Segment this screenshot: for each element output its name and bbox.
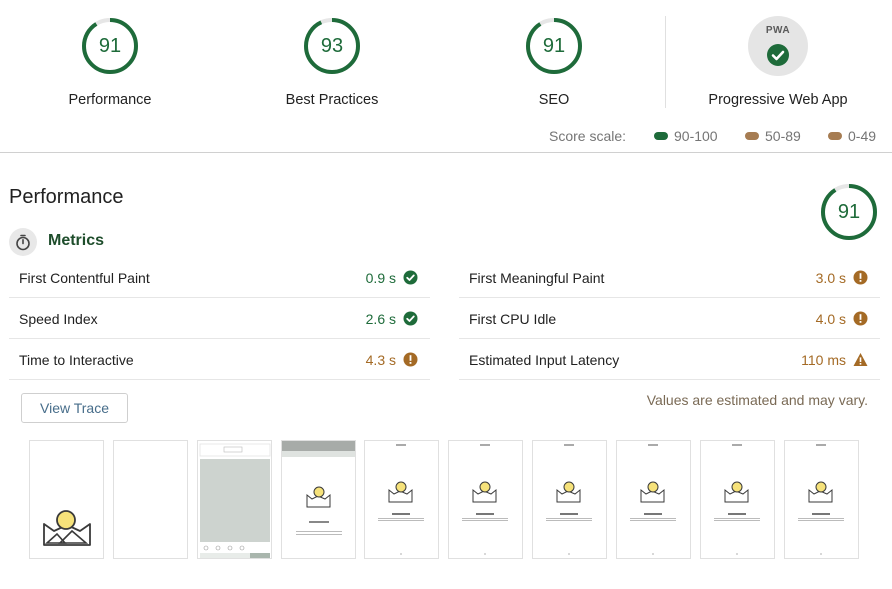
performance-score-gauge: 91	[819, 182, 879, 242]
metric-name: First CPU Idle	[469, 311, 557, 327]
info-circle-icon	[853, 311, 868, 326]
check-circle-icon	[403, 311, 418, 326]
app-preview	[630, 444, 676, 555]
filmstrip-frame	[29, 440, 104, 559]
metric-speed-index: Speed Index 2.6 s	[9, 298, 430, 339]
filmstrip-frame	[448, 440, 523, 559]
gauge-label: Best Practices	[285, 92, 379, 108]
metric-name: Time to Interactive	[19, 352, 134, 368]
check-icon	[767, 44, 789, 66]
metric-first-cpu-idle: First CPU Idle 4.0 s	[459, 298, 880, 339]
filmstrip-frame	[364, 440, 439, 559]
stopwatch-icon	[9, 228, 37, 256]
pwa-badge: PWA	[748, 16, 808, 76]
metric-time-to-interactive: Time to Interactive 4.3 s	[9, 339, 430, 380]
gauge-best-practices[interactable]: 93 Best Practices	[242, 16, 422, 108]
filmstrip-frame	[784, 440, 859, 559]
metric-estimated-input-latency: Estimated Input Latency 110 ms	[459, 339, 880, 380]
section-title: Performance	[9, 186, 124, 208]
gauge-score: 91	[837, 201, 861, 223]
score-scale-range: 0-49	[848, 128, 877, 144]
image-placeholder-icon	[43, 510, 91, 546]
score-scale-range: 50-89	[765, 128, 801, 144]
pass-pill-icon	[654, 132, 668, 141]
gauge-performance[interactable]: 91 Performance	[20, 16, 200, 108]
gauge-label: SEO	[538, 92, 570, 108]
filmstrip-frame	[113, 440, 188, 559]
filmstrip-frame	[616, 440, 691, 559]
metric-value: 2.6 s	[365, 311, 396, 327]
warning-triangle-icon	[853, 352, 868, 367]
filmstrip-frame	[700, 440, 775, 559]
category-gauges: 91 Performance 93 Best Practices 91 SEO …	[0, 0, 892, 118]
metric-name: Estimated Input Latency	[469, 352, 620, 368]
pwa-badge-text: PWA	[765, 25, 791, 36]
metric-first-meaningful-paint: First Meaningful Paint 3.0 s	[459, 257, 880, 298]
score-scale-range: 90-100	[674, 128, 718, 144]
app-preview	[378, 444, 424, 555]
metric-name: First Contentful Paint	[19, 270, 150, 286]
gauge-label: Performance	[68, 92, 152, 108]
view-trace-button[interactable]: View Trace	[21, 393, 128, 423]
gauge-score: 91	[98, 35, 122, 57]
app-preview	[798, 444, 844, 555]
estimate-note: Values are estimated and may vary.	[646, 392, 868, 408]
score-scale-fail: 0-49	[828, 128, 876, 144]
metric-value: 110 ms	[801, 352, 846, 368]
gauge-ring: 91	[524, 16, 584, 76]
average-pill-icon	[745, 132, 759, 141]
metric-value: 4.3 s	[365, 352, 396, 368]
gauge-ring: 93	[302, 16, 362, 76]
metric-name: First Meaningful Paint	[469, 270, 605, 286]
metric-value: 4.0 s	[815, 311, 846, 327]
gauge-score: 93	[320, 35, 344, 57]
score-scale-pass: 90-100	[654, 128, 718, 144]
gauge-divider	[665, 16, 666, 108]
fail-pill-icon	[828, 132, 842, 141]
filmstrip-frame	[281, 440, 356, 559]
metric-name: Speed Index	[19, 311, 98, 327]
metrics-title: Metrics	[48, 232, 105, 249]
metric-first-contentful-paint: First Contentful Paint 0.9 s	[9, 257, 430, 298]
filmstrip-frame	[532, 440, 607, 559]
gauge-score: 91	[542, 35, 566, 57]
score-scale-label: Score scale:	[549, 128, 627, 144]
info-circle-icon	[403, 352, 418, 367]
section-divider	[0, 152, 892, 153]
gauge-label: Progressive Web App	[708, 92, 848, 108]
app-preview	[546, 444, 592, 555]
app-preview	[282, 441, 355, 535]
gauge-ring: 91	[80, 16, 140, 76]
score-scale-average: 50-89	[745, 128, 801, 144]
filmstrip-frame	[197, 440, 272, 559]
metric-value: 3.0 s	[815, 270, 846, 286]
gauge-seo[interactable]: 91 SEO	[464, 16, 644, 108]
check-circle-icon	[403, 270, 418, 285]
metric-value: 0.9 s	[365, 270, 396, 286]
app-preview	[462, 444, 508, 555]
app-preview	[714, 444, 760, 555]
app-shell-preview	[199, 443, 271, 558]
info-circle-icon	[853, 270, 868, 285]
gauge-pwa[interactable]: PWA Progressive Web App	[688, 16, 868, 108]
